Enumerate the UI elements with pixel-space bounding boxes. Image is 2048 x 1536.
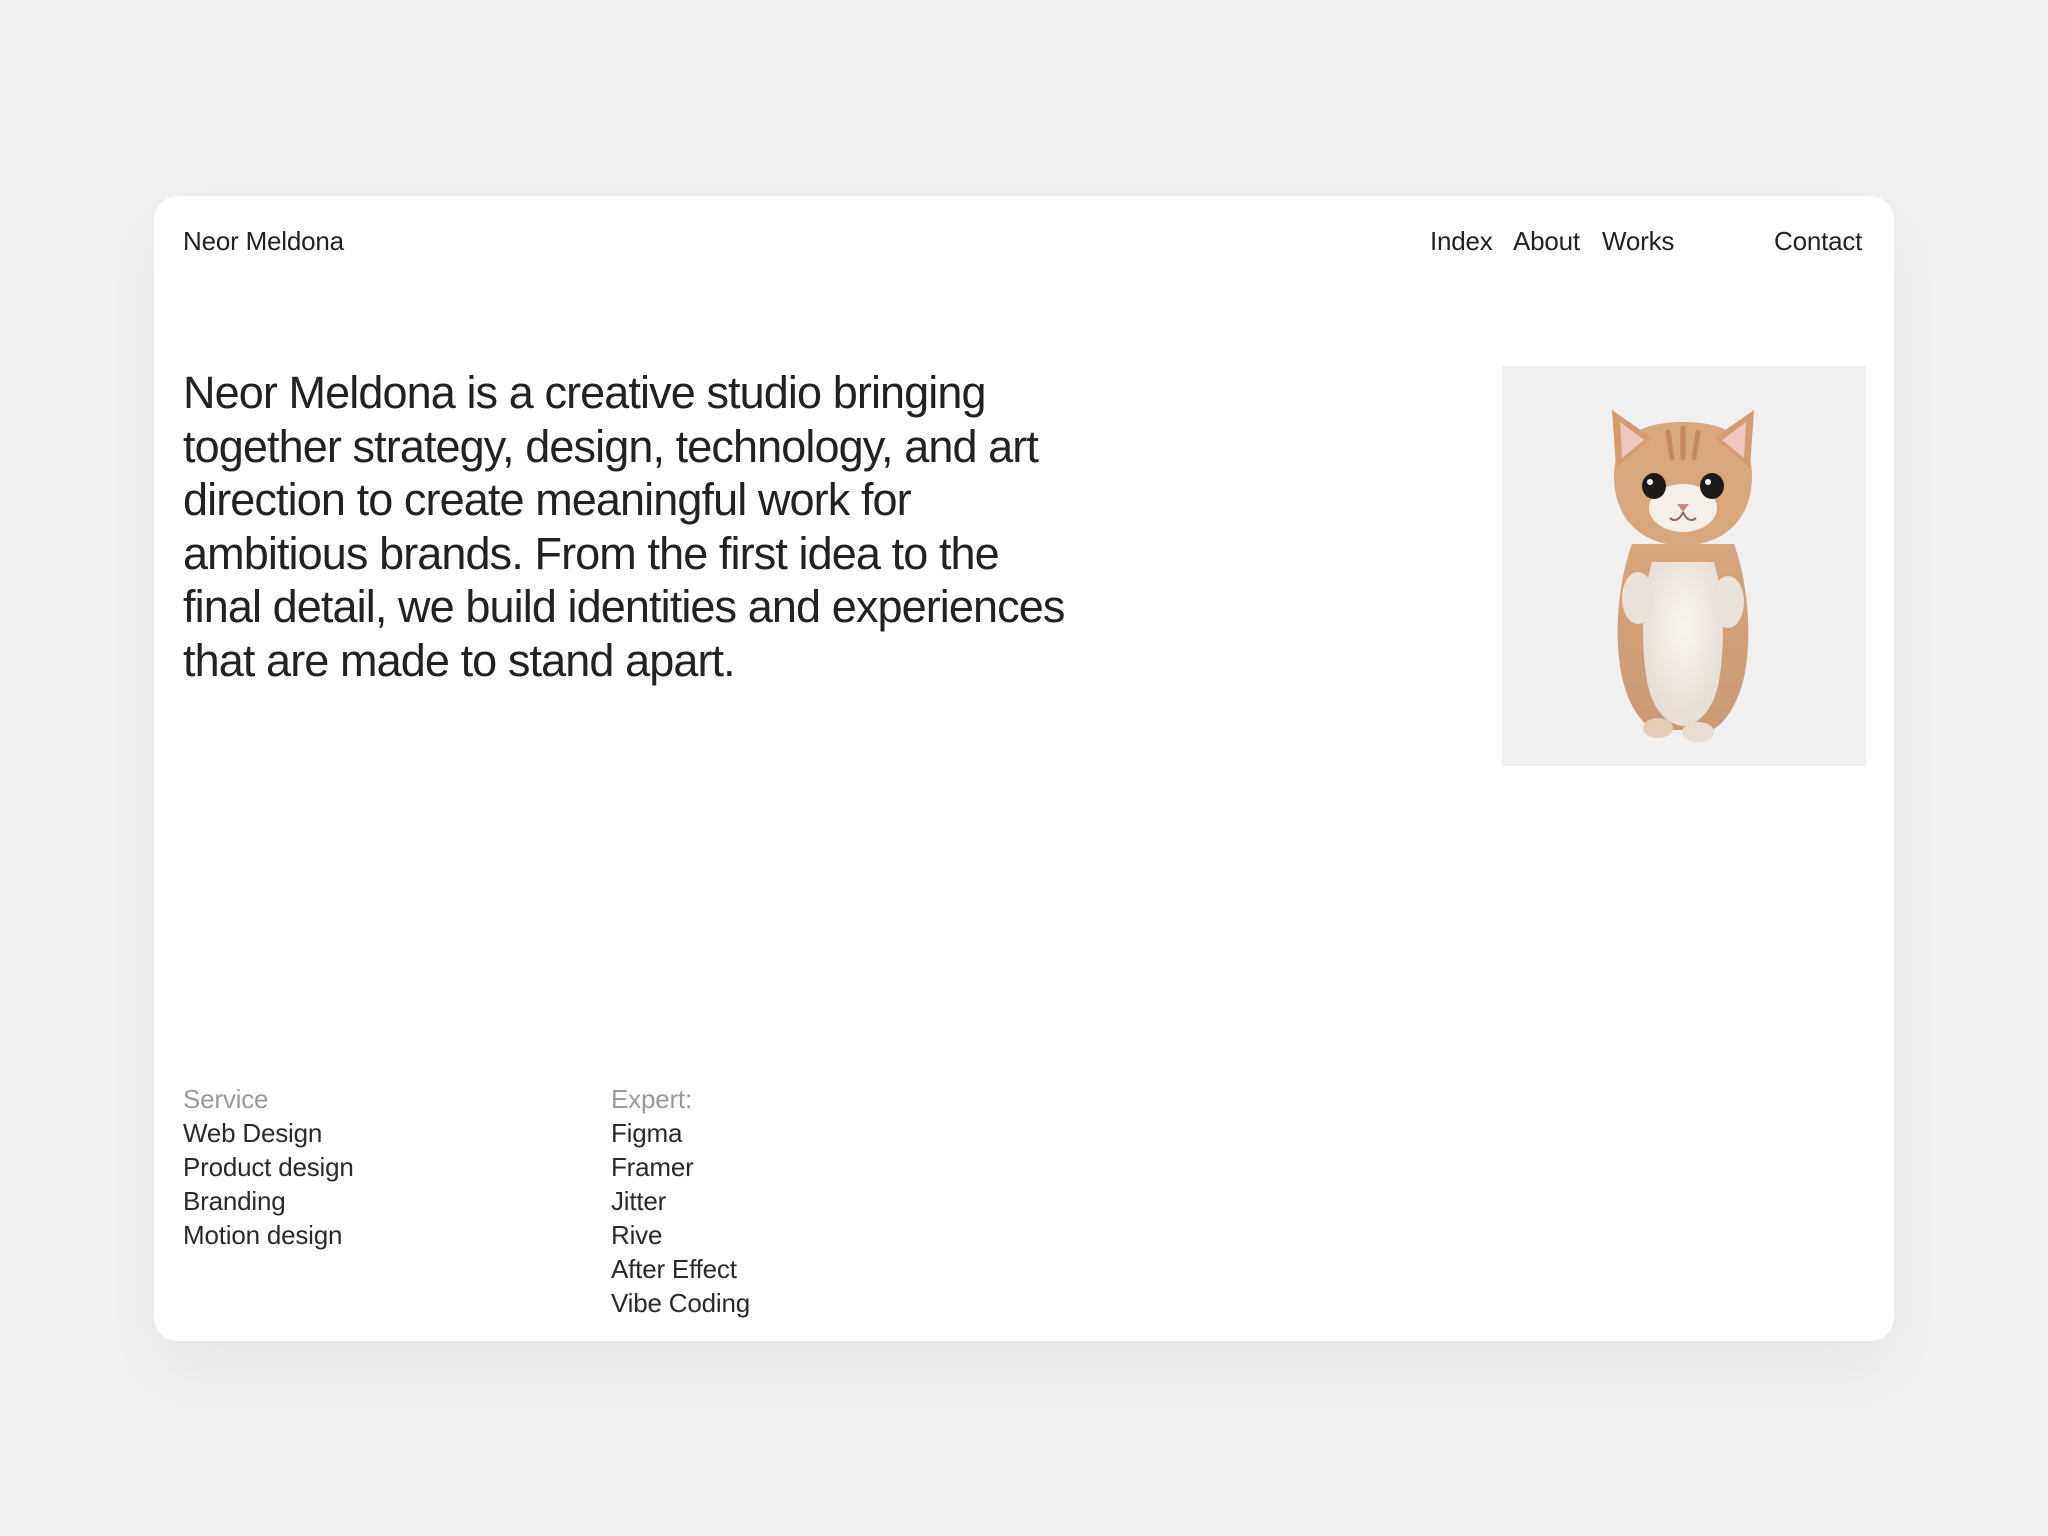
nav-works[interactable]: Works [1602,228,1674,254]
service-item: Web Design [183,1118,323,1148]
service-item: Product design [183,1152,354,1182]
main-card: Neor Meldona Index About Works Contact N… [154,196,1894,1341]
expert-list: Expert: Figma Framer Jitter Rive After E… [611,1082,750,1320]
expert-item: Jitter [611,1186,667,1216]
expert-heading: Expert: [611,1084,692,1114]
expert-item: Rive [611,1220,663,1250]
service-list: Service Web Design Product design Brandi… [183,1082,354,1252]
expert-item: Framer [611,1152,694,1182]
nav-contact[interactable]: Contact [1774,228,1862,254]
service-item: Branding [183,1186,286,1216]
kitten-image-frame [1502,366,1866,766]
nav-about[interactable]: About [1513,228,1580,254]
service-heading: Service [183,1084,269,1114]
expert-item: After Effect [611,1254,737,1284]
service-item: Motion design [183,1220,343,1250]
nav-index[interactable]: Index [1430,228,1493,254]
kitten-image [1612,410,1754,742]
expert-item: Figma [611,1118,683,1148]
brand-name[interactable]: Neor Meldona [183,228,344,254]
expert-item: Vibe Coding [611,1288,750,1318]
intro-text: Neor Meldona is a creative studio bringi… [183,367,1065,686]
